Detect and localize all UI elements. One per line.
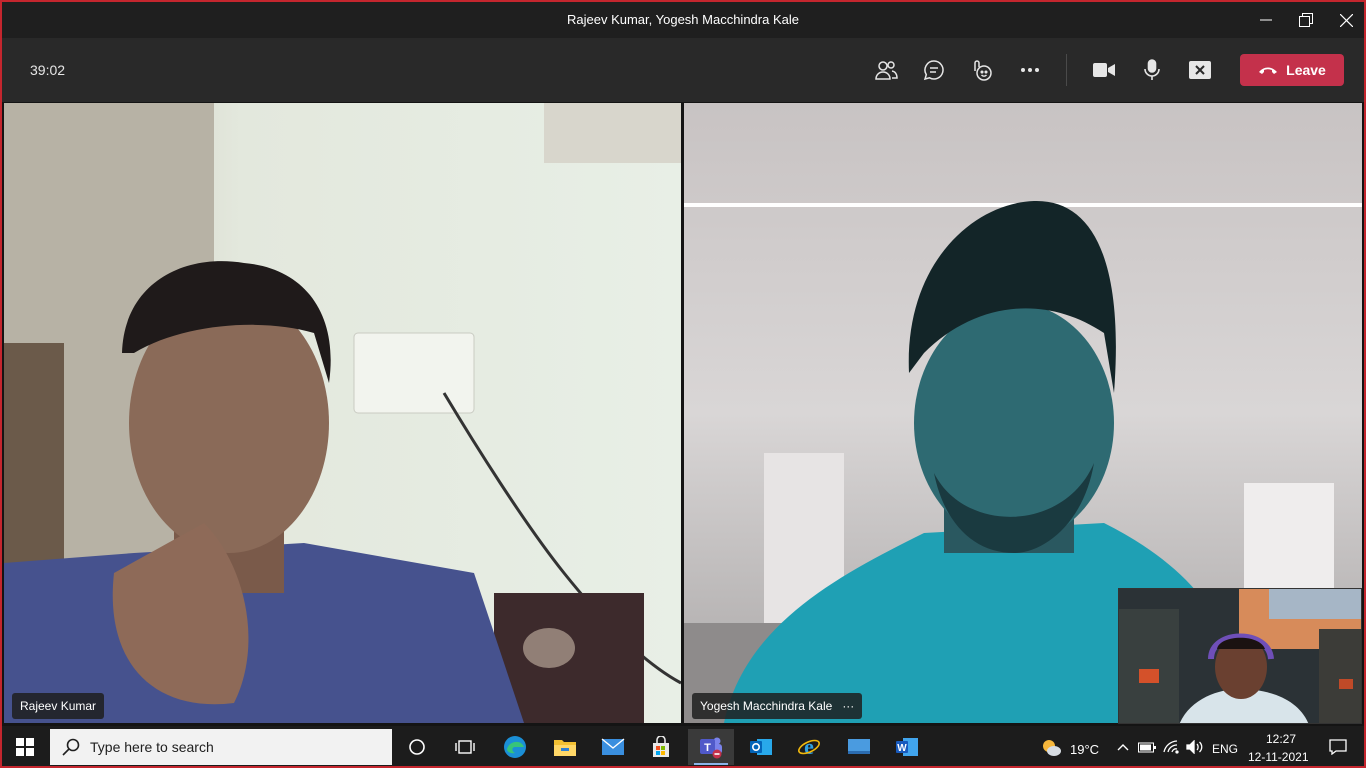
internet-explorer-app[interactable]: e [786,729,832,765]
participant-name-tag: Yogesh Macchindra Kale ··· [692,693,863,719]
store-icon [653,736,669,757]
weather-widget[interactable] [1036,729,1066,765]
participant-name: Yogesh Macchindra Kale [700,699,833,713]
clock-date[interactable]: 12-11-2021 [1248,750,1309,764]
minimize-icon [1260,19,1272,21]
cortana-icon [409,739,425,755]
input-language[interactable]: ENG [1212,742,1238,756]
svg-text:e: e [804,735,814,759]
meeting-controls-bar: 39:02 Leave [2,38,1364,102]
more-actions-button[interactable] [1014,54,1046,86]
restore-button[interactable] [1286,2,1326,38]
edge-icon [504,736,526,758]
self-video [1119,589,1361,723]
cortana-button[interactable] [394,729,440,765]
leave-label: Leave [1286,62,1326,78]
wifi-icon [1163,740,1179,754]
word-app[interactable]: W [884,729,930,765]
chat-icon [923,60,944,81]
teams-app[interactable]: T [688,729,734,765]
participant-name-tag: Rajeev Kumar [12,693,105,719]
show-hidden-icons-button[interactable] [1112,729,1134,765]
camera-button[interactable] [1088,54,1120,86]
close-icon [1339,13,1353,27]
share-tray-icon [1189,61,1211,79]
desktop-app[interactable] [836,729,882,765]
notification-icon [1329,739,1347,755]
task-view-button[interactable] [442,729,488,765]
word-icon: W [896,738,918,756]
video-tile-rajeev[interactable]: Rajeev Kumar [4,103,681,723]
more-icon [1021,68,1039,72]
participant-name: Rajeev Kumar [20,699,97,713]
teams-meeting-window: Rajeev Kumar, Yogesh Macchindra Kale 39:… [0,0,1366,768]
participant-video [4,103,681,723]
active-app-indicator [694,763,728,765]
restore-icon [1299,13,1313,27]
mail-icon [601,738,625,755]
battery-icon [1138,742,1156,753]
taskbar-search[interactable]: Type here to search [50,729,392,765]
weather-temperature[interactable]: 19°C [1070,742,1099,757]
internet-explorer-icon: e [798,735,820,759]
search-placeholder: Type here to search [90,739,214,755]
battery-button[interactable] [1136,729,1158,765]
leave-button[interactable]: Leave [1240,54,1344,86]
window-title: Rajeev Kumar, Yogesh Macchindra Kale [567,12,799,27]
network-button[interactable] [1160,729,1182,765]
toolbar-divider [1066,54,1067,86]
start-button[interactable] [2,729,48,765]
teams-icon: T [700,737,722,759]
edge-app[interactable] [492,729,538,765]
desktop-icon [848,739,870,754]
file-explorer-app[interactable] [542,729,588,765]
svg-text:W: W [897,743,907,754]
outlook-app[interactable] [738,729,784,765]
file-explorer-icon [554,740,576,756]
store-app[interactable] [638,729,684,765]
windows-icon [16,738,34,756]
camera-icon [1093,63,1115,77]
outlook-icon [750,739,772,755]
self-view-video[interactable] [1118,588,1362,724]
reactions-button[interactable] [966,54,998,86]
weather-partly-sunny-icon [1043,740,1061,756]
minimize-button[interactable] [1246,2,1286,38]
share-tray-button[interactable] [1184,54,1216,86]
chat-button[interactable] [918,54,950,86]
people-icon [875,61,898,80]
meeting-timer: 39:02 [30,62,66,78]
phone-hangup-icon [1259,67,1278,74]
svg-text:T: T [704,742,711,754]
volume-button[interactable] [1184,729,1206,765]
reactions-icon [974,60,992,81]
notifications-button[interactable] [1318,729,1358,765]
chevron-up-icon [1117,744,1129,751]
speaker-icon [1186,740,1203,754]
participant-more-button[interactable]: ··· [842,699,854,713]
title-bar: Rajeev Kumar, Yogesh Macchindra Kale [2,2,1364,38]
close-button[interactable] [1326,2,1364,38]
task-view-icon [455,740,475,754]
mic-button[interactable] [1136,54,1168,86]
windows-taskbar: Type here to search T e W 19°C ENG 12:27… [2,726,1364,766]
clock-time[interactable]: 12:27 [1266,732,1296,746]
mail-app[interactable] [590,729,636,765]
mic-icon [1144,59,1160,80]
participants-button[interactable] [870,54,902,86]
search-icon [62,738,80,756]
